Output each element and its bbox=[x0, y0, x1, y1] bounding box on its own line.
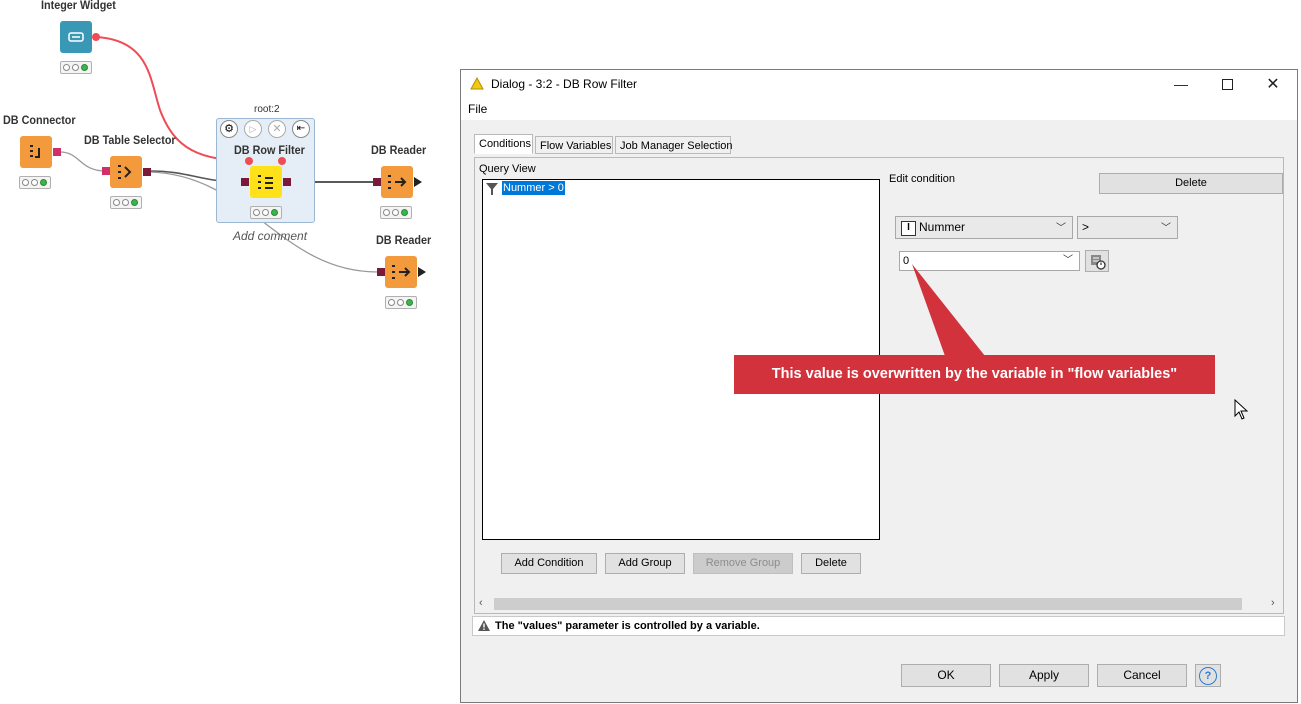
cancel-button[interactable]: Cancel bbox=[1097, 664, 1187, 687]
help-icon: ? bbox=[1199, 667, 1217, 685]
db-reader-2-status bbox=[385, 296, 417, 309]
callout-pointer bbox=[912, 264, 985, 356]
maximize-icon bbox=[1221, 78, 1233, 90]
integer-widget-label: Integer Widget bbox=[41, 0, 116, 12]
apply-button[interactable]: Apply bbox=[999, 664, 1089, 687]
db-connector-out-port[interactable] bbox=[53, 148, 61, 156]
db-reader-2-node[interactable] bbox=[385, 256, 417, 288]
db-table-selector-in-port[interactable] bbox=[102, 167, 110, 175]
db-row-filter-in-port[interactable] bbox=[241, 178, 249, 186]
filter-icon bbox=[486, 183, 498, 195]
tab-flow-variables[interactable]: Flow Variables bbox=[535, 136, 613, 154]
tab-conditions[interactable]: Conditions bbox=[474, 134, 533, 154]
db-reader-1-status bbox=[380, 206, 412, 219]
integer-widget-icon bbox=[68, 32, 84, 42]
db-table-selector-node[interactable] bbox=[110, 156, 142, 188]
minimize-button[interactable]: — bbox=[1158, 70, 1204, 98]
scroll-left-icon[interactable]: ‹ bbox=[479, 597, 483, 609]
warning-icon bbox=[478, 620, 490, 631]
db-reader-1-icon bbox=[388, 175, 407, 189]
chevron-down-icon: ﹀ bbox=[1161, 223, 1171, 234]
db-row-filter-icon bbox=[258, 175, 273, 189]
db-table-selector-status bbox=[110, 196, 142, 209]
db-connector-label: DB Connector bbox=[3, 113, 76, 127]
node-action-bar: ⚙ ▷ ✕ ⇤ bbox=[218, 119, 314, 139]
integer-type-badge: I bbox=[901, 221, 916, 236]
db-connector-status bbox=[19, 176, 51, 189]
db-table-selector-out-port[interactable] bbox=[143, 168, 151, 176]
integer-widget-node[interactable] bbox=[60, 21, 92, 53]
db-reader-1-label: DB Reader bbox=[371, 143, 427, 157]
db-table-selector-icon bbox=[118, 165, 132, 179]
edit-delete-button[interactable]: Delete bbox=[1099, 173, 1283, 194]
operator-select[interactable]: > ﹀ bbox=[1077, 216, 1178, 239]
db-reader-1-in-port[interactable] bbox=[373, 178, 381, 186]
db-reader-1-node[interactable] bbox=[381, 166, 413, 198]
operator-select-value: > bbox=[1082, 220, 1090, 234]
mouse-cursor-icon bbox=[1234, 399, 1249, 420]
add-comment-text[interactable]: Add comment bbox=[233, 229, 307, 243]
db-row-filter-status bbox=[250, 206, 282, 219]
info-bar: The "values" parameter is controlled by … bbox=[472, 616, 1285, 636]
flow-variable-in-port-left[interactable] bbox=[245, 157, 253, 165]
delete-condition-button[interactable]: Delete bbox=[801, 553, 861, 574]
db-reader-2-label: DB Reader bbox=[376, 233, 432, 247]
connection-lines bbox=[59, 36, 379, 273]
db-table-selector-label: DB Table Selector bbox=[84, 133, 176, 147]
annotation-callout: This value is overwritten by the variabl… bbox=[734, 355, 1215, 394]
tab-job-manager-selection[interactable]: Job Manager Selection bbox=[615, 136, 733, 154]
db-connector-icon bbox=[30, 145, 40, 158]
db-reader-1-out-port[interactable] bbox=[414, 177, 422, 187]
db-row-filter-node[interactable] bbox=[250, 166, 282, 198]
db-row-filter-out-port[interactable] bbox=[283, 178, 291, 186]
maximize-button[interactable] bbox=[1204, 70, 1250, 98]
scroll-right-icon[interactable]: › bbox=[1271, 597, 1275, 609]
query-view-label: Query View bbox=[479, 163, 536, 175]
scrollbar-thumb[interactable] bbox=[494, 598, 1242, 610]
column-select[interactable]: I Nummer ﹀ bbox=[895, 216, 1073, 239]
flow-variable-in-port-right[interactable] bbox=[278, 157, 286, 165]
db-reader-2-out-port[interactable] bbox=[418, 267, 426, 277]
ok-button[interactable]: OK bbox=[901, 664, 991, 687]
configure-icon[interactable]: ⚙ bbox=[220, 120, 238, 138]
db-row-filter-component-label: root:2 bbox=[254, 104, 280, 115]
info-message: The "values" parameter is controlled by … bbox=[495, 620, 760, 632]
chevron-down-icon: ﹀ bbox=[1056, 223, 1066, 234]
remove-group-button[interactable]: Remove Group bbox=[693, 553, 793, 574]
db-reader-2-in-port[interactable] bbox=[377, 268, 385, 276]
dialog-titlebar[interactable]: Dialog - 3:2 - DB Row Filter — ✕ bbox=[461, 70, 1297, 98]
flow-variable-port[interactable] bbox=[92, 33, 100, 41]
flow-variable-button[interactable] bbox=[1085, 250, 1109, 272]
add-group-button[interactable]: Add Group bbox=[605, 553, 685, 574]
menu-file[interactable]: File bbox=[468, 102, 487, 116]
column-select-value: Nummer bbox=[919, 220, 966, 234]
db-connector-node[interactable] bbox=[20, 136, 52, 168]
close-button[interactable]: ✕ bbox=[1250, 70, 1296, 98]
cancel-icon[interactable]: ✕ bbox=[268, 120, 286, 138]
dialog-title: Dialog - 3:2 - DB Row Filter bbox=[491, 77, 638, 91]
menubar: File bbox=[461, 98, 1297, 120]
help-button[interactable]: ? bbox=[1195, 664, 1221, 687]
reset-icon[interactable]: ⇤ bbox=[292, 120, 310, 138]
db-row-filter-label: DB Row Filter bbox=[234, 143, 305, 157]
add-condition-button[interactable]: Add Condition bbox=[501, 553, 597, 574]
integer-widget-status bbox=[60, 61, 92, 74]
execute-icon[interactable]: ▷ bbox=[244, 120, 262, 138]
horizontal-scrollbar[interactable]: ‹ › bbox=[476, 596, 1282, 612]
flow-variable-icon bbox=[1091, 255, 1106, 270]
chevron-down-icon: ﹀ bbox=[1063, 255, 1073, 266]
edit-condition-label: Edit condition bbox=[889, 173, 956, 185]
db-reader-2-icon bbox=[392, 265, 411, 279]
warning-icon bbox=[470, 77, 484, 90]
condition-node[interactable]: Nummer > 0 bbox=[502, 181, 565, 195]
